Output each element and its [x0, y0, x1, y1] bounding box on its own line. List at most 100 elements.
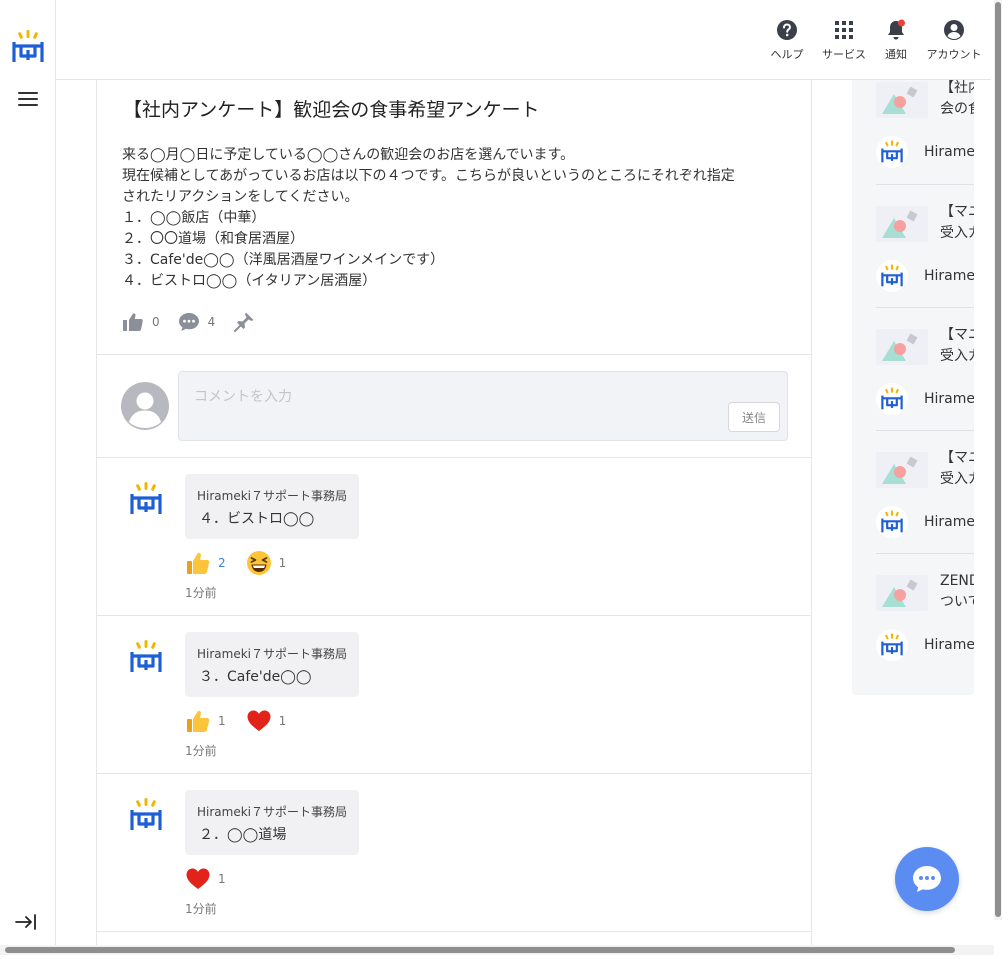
chat-bubble-icon	[913, 866, 941, 892]
post-body-line: ４．ビストロ◯◯（イタリアン居酒屋）	[122, 273, 377, 289]
post-body-line: されたリアクションをしてください。	[122, 189, 359, 205]
comment-item: Hirameki７サポート事務局 ３．Cafe'de◯◯ 1 1 1分前	[97, 616, 811, 774]
vertical-scrollbar-thumb[interactable]	[995, 2, 1001, 917]
hirameki-logo-avatar	[130, 640, 162, 674]
red-heart-emoji-icon	[246, 708, 272, 734]
help-label: ヘルプ	[770, 48, 804, 61]
top-header: ヘルプ サービス 通知 アカウント	[56, 0, 991, 80]
related-post-title: 【社内 会の食	[940, 80, 974, 117]
reaction-red-heart[interactable]: 1	[185, 866, 226, 892]
comment-author[interactable]: Hirameki７サポート事務局	[197, 803, 347, 820]
comment-icon	[178, 313, 199, 331]
reaction-count: 1	[218, 872, 226, 886]
expand-sidebar-icon[interactable]	[14, 912, 38, 932]
related-post-item[interactable]: ZEND ついて Hirameki	[876, 573, 974, 673]
comment-composer: 送信	[121, 370, 789, 442]
send-button[interactable]: 送信	[728, 402, 780, 432]
related-post-item[interactable]: 【マニ 受入ガ Hirameki	[876, 327, 974, 427]
notifications-button[interactable]: 通知	[878, 18, 914, 62]
hirameki-logo-avatar	[876, 506, 908, 538]
hirameki-logo-avatar	[876, 260, 908, 292]
divider	[876, 430, 974, 431]
comment-author[interactable]: Hirameki７サポート事務局	[197, 645, 347, 662]
divider	[876, 184, 974, 185]
comment-text: ２．◯◯道場	[199, 827, 287, 843]
reaction-count: 1	[278, 556, 287, 570]
related-posts-panel: 【社内 会の食 Hirameki 【マニ 受入ガ Hirameki	[852, 80, 974, 695]
related-post-title: 【マニ 受入ガ	[940, 450, 974, 487]
post-thumbnail	[876, 206, 928, 242]
reaction-bar: 1 1	[185, 708, 306, 734]
horizontal-scrollbar-thumb[interactable]	[5, 947, 955, 953]
post-thumbnail	[876, 82, 928, 118]
related-post-item[interactable]: 【マニ 受入ガ Hirameki	[876, 204, 974, 304]
post-body-line: 現在候補としてあがっているお店は以下の４つです。こちらが良いというのところにそれ…	[122, 168, 735, 184]
pin-icon	[234, 312, 254, 332]
pin-button[interactable]	[233, 311, 263, 333]
services-label: サービス	[822, 48, 866, 61]
divider	[876, 553, 974, 554]
hirameki-logo-avatar	[130, 482, 162, 516]
reaction-count: 2	[218, 556, 226, 570]
divider	[876, 307, 974, 308]
comment-bubble: Hirameki７サポート事務局 ４．ビストロ◯◯	[185, 474, 360, 539]
services-button[interactable]: サービス	[818, 18, 870, 62]
divider	[97, 354, 811, 355]
reaction-thumbs-up[interactable]: 1	[185, 708, 226, 734]
app-root: ヘルプ サービス 通知 アカウント 【社内アンケート】歓迎会の食事希望アンケート…	[0, 0, 1008, 959]
hirameki-logo-avatar	[876, 629, 908, 661]
related-post-item[interactable]: 【マニ 受入ガ Hirameki	[876, 450, 974, 550]
chat-support-button[interactable]	[895, 847, 959, 911]
comment-item: Hirameki７サポート事務局 ２．◯◯道場 1 1分前	[97, 774, 811, 932]
post-detail: 【社内アンケート】歓迎会の食事希望アンケート 来る◯月◯日に予定している◯◯さん…	[96, 80, 812, 945]
related-post-title: 【マニ 受入ガ	[940, 204, 974, 241]
hirameki-logo-avatar	[130, 798, 162, 832]
reaction-red-heart[interactable]: 1	[246, 708, 287, 734]
related-post-author: Hirameki	[876, 136, 974, 168]
menu-icon[interactable]	[18, 92, 38, 108]
red-heart-emoji-icon	[185, 866, 211, 892]
thumbs-up-emoji-icon	[185, 708, 211, 734]
related-post-title: 【マニ 受入ガ	[940, 327, 974, 364]
comment-author[interactable]: Hirameki７サポート事務局	[197, 487, 347, 504]
notifications-label: 通知	[885, 48, 907, 61]
divider	[97, 931, 811, 932]
thumbs-up-emoji-icon	[185, 550, 211, 576]
post-actions: 0 4	[122, 310, 281, 334]
post-body-line: ３．Cafe'de◯◯（洋風居酒屋ワインメインです）	[122, 252, 445, 268]
user-avatar	[121, 382, 169, 430]
comment-timestamp: 1分前	[185, 744, 217, 758]
reaction-count: 1	[218, 714, 226, 728]
hirameki-logo[interactable]	[12, 30, 44, 64]
post-thumbnail	[876, 329, 928, 365]
like-button[interactable]: 0	[122, 312, 160, 332]
help-icon	[777, 20, 797, 40]
comment-count: 4	[207, 315, 216, 329]
horizontal-scrollbar[interactable]	[0, 945, 994, 955]
comment-item: Hirameki７サポート事務局 ４．ビストロ◯◯ 2 1 1分前	[97, 458, 811, 616]
reaction-count: 1	[278, 714, 287, 728]
vertical-scrollbar[interactable]	[994, 0, 1002, 920]
grinning-squint-emoji-icon	[246, 550, 272, 576]
post-thumbnail	[876, 575, 928, 611]
account-button[interactable]: アカウント	[922, 18, 986, 62]
reaction-bar: 2 1	[185, 550, 306, 576]
account-label: アカウント	[926, 48, 982, 61]
thumbs-up-icon	[123, 313, 143, 331]
reaction-grinning-squint[interactable]: 1	[246, 550, 287, 576]
comment-count-button[interactable]: 4	[178, 312, 216, 332]
comment-bubble: Hirameki７サポート事務局 ３．Cafe'de◯◯	[185, 632, 360, 697]
like-count: 0	[152, 315, 160, 329]
help-button[interactable]: ヘルプ	[762, 18, 812, 62]
post-thumbnail	[876, 452, 928, 488]
hirameki-logo-avatar	[876, 136, 908, 168]
post-body-line: ２．〇〇道場（和食居酒屋）	[122, 231, 304, 247]
comment-text: ３．Cafe'de◯◯	[199, 669, 312, 685]
related-post-author: Hirameki	[876, 506, 974, 538]
reaction-thumbs-up[interactable]: 2	[185, 550, 226, 576]
apps-grid-icon	[835, 21, 853, 39]
related-post-item[interactable]: 【社内 会の食 Hirameki	[876, 80, 974, 180]
post-body-line: 来る◯月◯日に予定している◯◯さんの歓迎会のお店を選んでいます。	[122, 147, 575, 163]
comment-input[interactable]	[178, 371, 788, 441]
post-body: 来る◯月◯日に予定している◯◯さんの歓迎会のお店を選んでいます。 現在候補として…	[122, 145, 792, 292]
